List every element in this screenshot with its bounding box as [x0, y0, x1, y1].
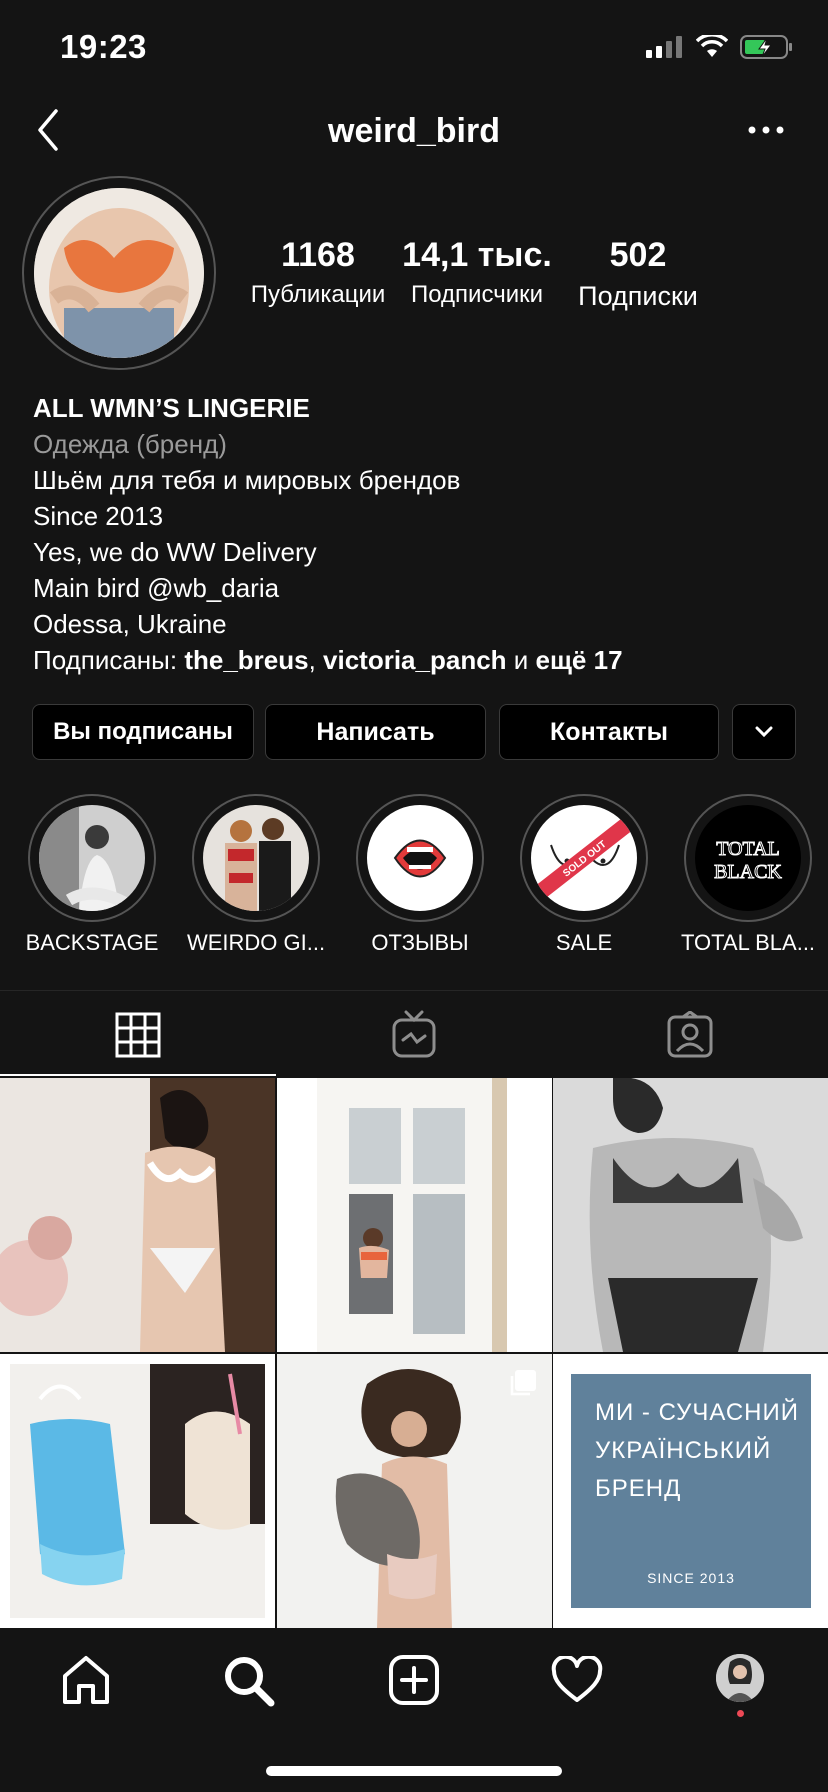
tagged-person-icon [667, 1011, 713, 1058]
search-icon[interactable] [222, 1654, 276, 1708]
chevron-down-icon [755, 726, 773, 738]
followed-by-conjunction: и [506, 645, 536, 675]
profile-tabs [0, 990, 828, 1079]
followers-stat[interactable]: 14,1 тыс. Подписчики [402, 236, 552, 309]
suggestions-button[interactable] [732, 704, 796, 760]
bio-line: Шьём для тебя и мировых брендов [33, 465, 461, 495]
promo-line: БРЕНД [595, 1475, 682, 1502]
post-thumbnail[interactable] [0, 1078, 275, 1352]
highlight-weirdo-girls[interactable] [192, 794, 320, 922]
highlight-sale[interactable]: SOLD OUT [520, 794, 648, 922]
status-time: 19:23 [60, 28, 147, 65]
cellular-signal-icon [646, 36, 682, 58]
igtv-icon [392, 1010, 436, 1058]
bio-line-mention[interactable]: Main bird @wb_daria [33, 570, 623, 606]
active-tab-indicator [0, 1074, 276, 1076]
highlight-label: SALE [555, 930, 613, 955]
following-label: Подписки [578, 281, 698, 311]
profile-avatar[interactable] [34, 188, 204, 358]
profile-display-name: ALL WMN’S LINGERIE [33, 393, 310, 423]
total-black-cover-text: BLACK [714, 861, 782, 883]
profile-category: Одежда (бренд) [33, 429, 227, 459]
followers-count: 14,1 тыс. [402, 236, 552, 274]
activity-heart-icon[interactable] [551, 1656, 603, 1704]
battery-charging-icon [740, 35, 792, 59]
post-thumbnail[interactable]: МИ - СУЧАСНИЙ УКРАЇНСЬКИЙ БРЕНД SINCE 20… [553, 1354, 828, 1628]
message-button[interactable]: Написать [265, 704, 486, 760]
following-button[interactable]: Вы подписаны [32, 704, 254, 760]
tab-igtv[interactable] [276, 991, 552, 1079]
more-options-icon[interactable] [744, 118, 788, 142]
promo-line: МИ - СУЧАСНИЙ [595, 1399, 799, 1426]
highlight-reviews[interactable] [356, 794, 484, 922]
bottom-nav [0, 1632, 828, 1732]
followed-by-separator: , [308, 645, 324, 675]
home-icon[interactable] [60, 1654, 112, 1706]
wifi-icon [696, 35, 728, 57]
highlight-label: BACKSTAGE [25, 930, 159, 955]
bio-location: Odessa, Ukraine [33, 609, 227, 639]
new-post-icon[interactable] [388, 1654, 440, 1706]
followed-by-more[interactable]: ещё 17 [536, 645, 623, 675]
profile-nav-avatar[interactable] [716, 1654, 764, 1702]
grid-icon [115, 1012, 161, 1058]
posts-label: Публикации [250, 281, 386, 308]
following-count: 502 [609, 236, 667, 274]
followed-by-prefix: Подписаны: [33, 645, 185, 675]
promo-tile: МИ - СУЧАСНИЙ УКРАЇНСЬКИЙ БРЕНД SINCE 20… [571, 1374, 811, 1608]
tab-tagged[interactable] [552, 991, 828, 1079]
multiple-posts-icon [510, 1370, 536, 1396]
highlight-total-black[interactable]: TOTAL BLACK [684, 794, 812, 922]
bio-line: Yes, we do WW Delivery [33, 537, 317, 567]
contacts-button[interactable]: Контакты [499, 704, 719, 760]
post-thumbnail[interactable] [0, 1354, 275, 1628]
post-thumbnail[interactable] [277, 1078, 552, 1352]
post-thumbnail[interactable] [553, 1078, 828, 1352]
highlight-label: TOTAL BLA... [680, 930, 816, 955]
promo-line: УКРАЇНСЬКИЙ [595, 1437, 772, 1464]
posts-count: 1168 [281, 236, 355, 274]
following-stat[interactable]: 502 Подписки [566, 236, 710, 312]
highlight-label: ОТЗЫВЫ [371, 930, 469, 955]
profile-username: weird_bird [328, 112, 500, 150]
tab-grid[interactable] [0, 991, 276, 1079]
profile-bio: ALL WMN’S LINGERIE Одежда (бренд) Шьём д… [33, 390, 623, 678]
followers-label: Подписчики [410, 281, 544, 308]
notification-dot [737, 1710, 744, 1717]
promo-text: МИ - СУЧАСНИЙ УКРАЇНСЬКИЙ БРЕНД [595, 1394, 799, 1508]
followed-by[interactable]: Подписаны: the_breus, victoria_panch и е… [33, 642, 623, 678]
highlight-label: WEIRDO GI... [186, 930, 326, 955]
followed-by-user[interactable]: victoria_panch [323, 645, 507, 675]
followed-by-user[interactable]: the_breus [184, 645, 308, 675]
posts-stat: 1168 Публикации [242, 236, 394, 309]
promo-footer: SINCE 2013 [647, 1570, 735, 1586]
post-thumbnail[interactable] [277, 1354, 552, 1628]
bio-line: Since 2013 [33, 501, 164, 531]
highlight-backstage[interactable] [28, 794, 156, 922]
status-icons [646, 34, 794, 60]
total-black-cover-text: TOTAL [716, 838, 780, 860]
home-indicator [266, 1766, 562, 1776]
